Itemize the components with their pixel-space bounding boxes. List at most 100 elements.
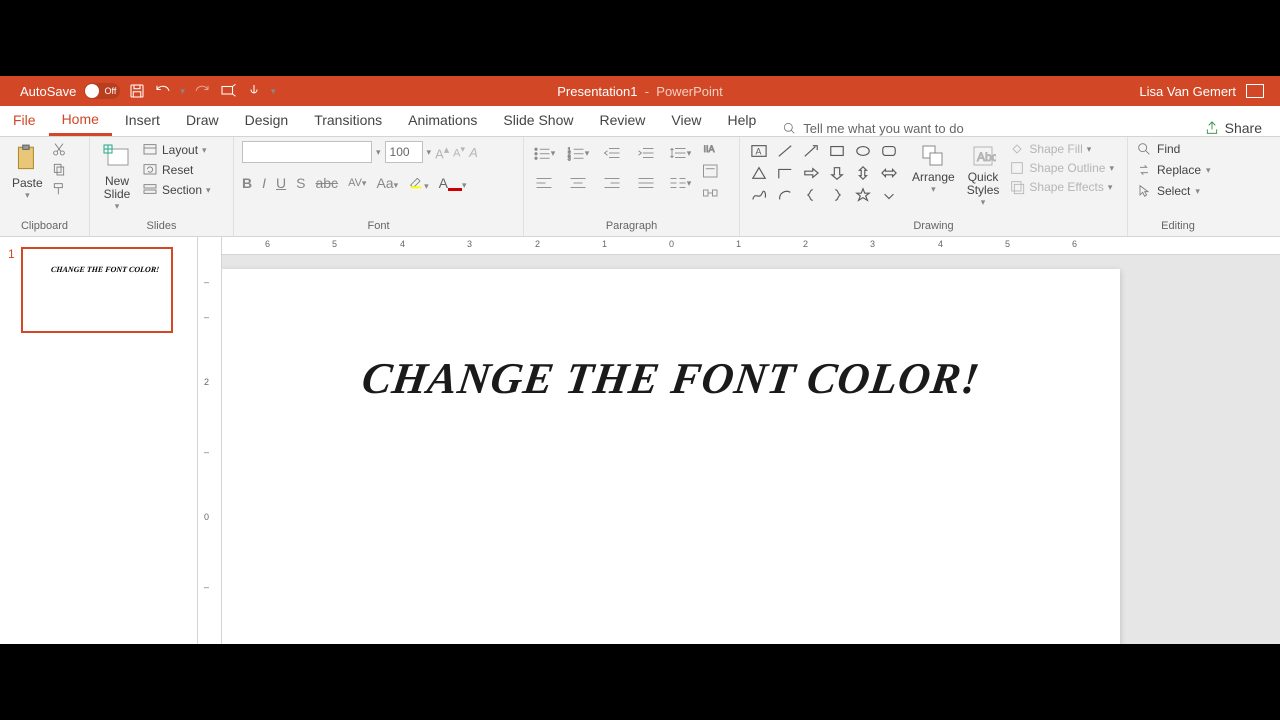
underline-button[interactable]: U xyxy=(276,175,286,191)
ribbon-display-icon[interactable] xyxy=(1246,84,1264,98)
redo-icon[interactable] xyxy=(193,82,211,100)
slide-canvas[interactable]: CHANGE THE FONT COLOR! xyxy=(222,269,1120,644)
scribble-icon xyxy=(750,187,768,203)
cut-icon[interactable] xyxy=(51,141,67,157)
shadow-button[interactable]: S xyxy=(296,175,305,191)
vertical-ruler: – – 2 – 0 – xyxy=(198,237,222,644)
decrease-indent-button[interactable] xyxy=(600,141,624,165)
smartart-icon[interactable] xyxy=(702,185,720,201)
triangle-icon xyxy=(750,165,768,181)
shape-fill-button[interactable]: Shape Fill▾ xyxy=(1009,141,1114,157)
bullets-button[interactable]: ▾ xyxy=(532,141,556,165)
reset-button[interactable]: Reset xyxy=(140,161,213,179)
text-direction-icon[interactable]: IIA xyxy=(702,141,720,157)
character-spacing-button[interactable]: AV▾ xyxy=(348,177,366,189)
tab-file[interactable]: File xyxy=(0,105,49,136)
svg-text:3: 3 xyxy=(567,157,570,162)
quick-access-toolbar: AutoSave Off ▾ ▾ xyxy=(0,82,275,100)
tab-review[interactable]: Review xyxy=(586,105,658,136)
highlight-button[interactable]: ▾ xyxy=(408,173,429,192)
line-spacing-button[interactable]: ▾ xyxy=(668,141,692,165)
slide-canvas-area[interactable]: CHANGE THE FONT COLOR! xyxy=(222,255,1280,644)
font-color-button[interactable]: A▾ xyxy=(439,175,467,191)
quick-styles-button[interactable]: Abc Quick Styles▾ xyxy=(963,141,1004,210)
svg-text:IIA: IIA xyxy=(704,144,715,154)
layout-button[interactable]: Layout▾ xyxy=(140,141,213,159)
rectangle-icon xyxy=(828,143,846,159)
share-icon xyxy=(1204,120,1220,136)
format-painter-icon[interactable] xyxy=(51,181,67,197)
quick-styles-icon: Abc xyxy=(970,143,996,169)
increase-indent-button[interactable] xyxy=(634,141,658,165)
select-button[interactable]: Select▾ xyxy=(1136,183,1211,199)
tab-insert[interactable]: Insert xyxy=(112,105,173,136)
font-size-input[interactable] xyxy=(385,141,423,163)
section-button[interactable]: Section▾ xyxy=(140,181,213,199)
tell-me-search[interactable]: Tell me what you want to do xyxy=(781,120,963,136)
justify-button[interactable] xyxy=(634,171,658,195)
group-font: ▾ ▾ A▴ A▾ A B I U S abc AV▾ Aa▾ ▾ A▾ xyxy=(234,137,524,236)
tab-draw[interactable]: Draw xyxy=(173,105,232,136)
slide-title-text[interactable]: CHANGE THE FONT COLOR! xyxy=(359,353,983,404)
svg-text:A: A xyxy=(755,147,761,157)
qat-customize-dropdown[interactable]: ▾ xyxy=(271,86,276,97)
oval-icon xyxy=(854,143,872,159)
paste-icon xyxy=(14,143,40,175)
arrange-button[interactable]: Arrange▾ xyxy=(908,141,959,197)
shapes-gallery[interactable]: A xyxy=(748,141,900,205)
columns-button[interactable]: ▾ xyxy=(668,171,692,195)
touch-mode-icon[interactable] xyxy=(245,82,263,100)
tab-home[interactable]: Home xyxy=(49,105,112,136)
numbering-button[interactable]: 123▾ xyxy=(566,141,590,165)
strikethrough-button[interactable]: abc xyxy=(315,175,338,191)
increase-font-icon[interactable]: A▴ xyxy=(435,143,449,161)
replace-button[interactable]: Replace▾ xyxy=(1136,162,1211,178)
line-icon xyxy=(776,143,794,159)
textbox-icon: A xyxy=(750,143,768,159)
tab-help[interactable]: Help xyxy=(714,105,769,136)
rounded-rect-icon xyxy=(880,143,898,159)
slide-thumbnail-1[interactable]: CHANGE THE FONT COLOR! xyxy=(21,247,173,333)
align-right-button[interactable] xyxy=(600,171,624,195)
arrow-updown-icon xyxy=(854,165,872,181)
italic-button[interactable]: I xyxy=(262,175,266,191)
tab-slide-show[interactable]: Slide Show xyxy=(490,105,586,136)
change-case-button[interactable]: Aa▾ xyxy=(376,175,398,191)
highlight-icon xyxy=(408,173,424,189)
group-editing: Find Replace▾ Select▾ Editing xyxy=(1128,137,1228,236)
font-name-input[interactable] xyxy=(242,141,372,163)
new-slide-button[interactable]: New Slide ▾ xyxy=(98,141,136,214)
autosave-toggle[interactable]: Off xyxy=(84,83,120,99)
shape-effects-icon xyxy=(1009,179,1025,195)
paste-button[interactable]: Paste ▾ xyxy=(8,141,47,203)
thumbnail-panel: 1 CHANGE THE FONT COLOR! xyxy=(0,237,198,644)
undo-dropdown[interactable]: ▾ xyxy=(180,86,185,97)
star-icon xyxy=(854,187,872,203)
slide-number: 1 xyxy=(8,247,15,333)
copy-icon[interactable] xyxy=(51,161,67,177)
tab-transitions[interactable]: Transitions xyxy=(301,105,395,136)
bold-button[interactable]: B xyxy=(242,175,252,191)
tab-view[interactable]: View xyxy=(658,105,714,136)
align-text-icon[interactable] xyxy=(702,163,720,179)
elbow-icon xyxy=(776,165,794,181)
undo-icon[interactable] xyxy=(154,82,172,100)
horizontal-ruler: 6 5 4 3 2 1 0 1 2 3 4 5 6 xyxy=(222,237,1280,255)
workspace: 1 CHANGE THE FONT COLOR! – – 2 – 0 – 6 5… xyxy=(0,237,1280,644)
tab-animations[interactable]: Animations xyxy=(395,105,490,136)
start-from-beginning-icon[interactable] xyxy=(219,82,237,100)
align-left-button[interactable] xyxy=(532,171,556,195)
more-shapes-icon xyxy=(880,187,898,203)
clear-formatting-icon[interactable]: A xyxy=(469,145,478,160)
tab-design[interactable]: Design xyxy=(232,105,302,136)
align-center-button[interactable] xyxy=(566,171,590,195)
decrease-font-icon[interactable]: A▾ xyxy=(453,144,465,160)
user-name[interactable]: Lisa Van Gemert xyxy=(1139,84,1236,99)
new-slide-icon xyxy=(102,143,132,173)
shape-effects-button[interactable]: Shape Effects▾ xyxy=(1009,179,1114,195)
save-icon[interactable] xyxy=(128,82,146,100)
document-name: Presentation1 xyxy=(557,84,637,99)
shape-outline-button[interactable]: Shape Outline▾ xyxy=(1009,160,1114,176)
share-button[interactable]: Share xyxy=(1196,120,1270,136)
find-button[interactable]: Find xyxy=(1136,141,1211,157)
